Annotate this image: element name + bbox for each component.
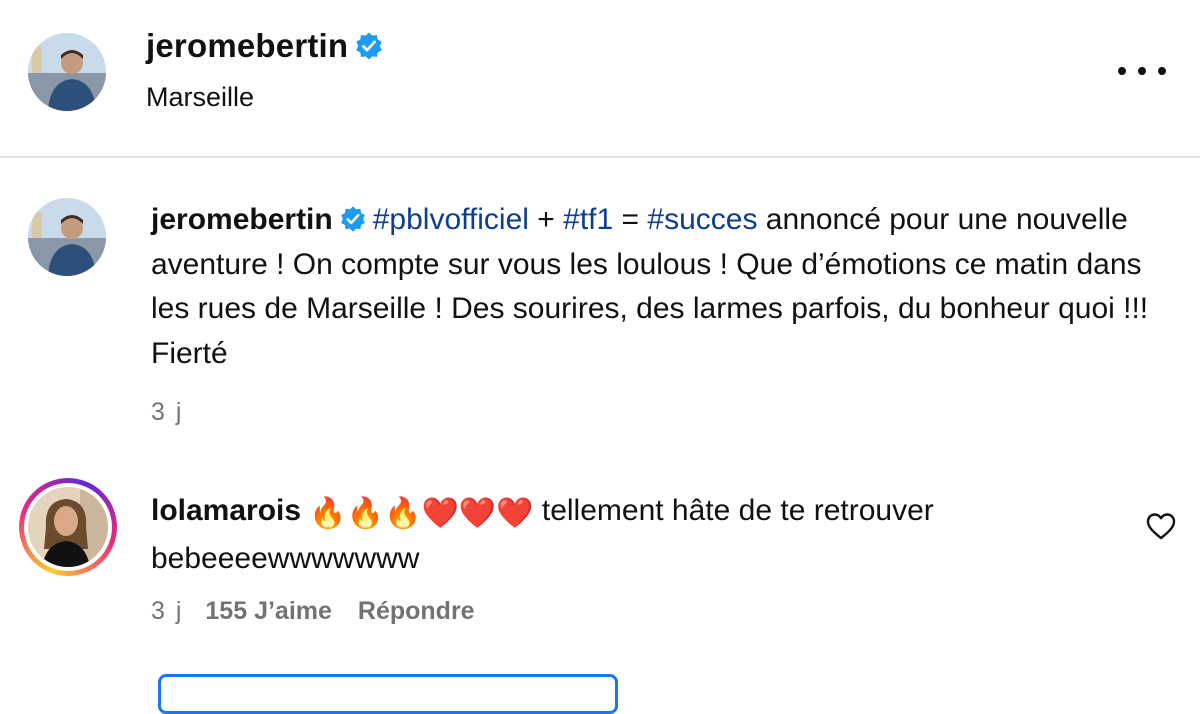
verified-badge-icon [340,206,365,232]
comment-meta: 3 j 155 J’aime Répondre [151,597,475,626]
caption-equals: = [613,203,648,236]
hashtag-link[interactable]: #pblvofficiel [373,203,529,236]
author-username-text[interactable]: jeromebertin [146,27,348,64]
post-header: jeromebertin Marseille [0,0,1200,158]
more-horizontal-icon-dot [1138,67,1146,75]
commenter-photo [28,487,108,567]
commenter-photo-image [28,487,108,567]
heart-outline-icon[interactable] [1146,512,1176,540]
more-options-button[interactable] [1118,56,1166,86]
more-horizontal-icon [1118,67,1126,75]
caption-plus: + [528,203,564,236]
author-photo [28,33,106,111]
comment-text: lolamarois 🔥🔥🔥❤️❤️❤️ tellement hâte de t… [151,488,1111,581]
author-username[interactable]: jeromebertin [146,27,384,65]
comment-likes[interactable]: 155 J’aime [205,597,332,625]
caption-timestamp[interactable]: 3 j [151,398,183,427]
hashtag-link[interactable]: #tf1 [563,203,613,236]
reply-button[interactable]: Répondre [358,597,475,625]
caption-text: jeromebertin #pblvofficiel + #tf1 = #suc… [151,198,1151,376]
commenter-username[interactable]: lolamarois [151,494,301,527]
fire-heart-emojis: 🔥🔥🔥❤️❤️❤️ [309,497,534,530]
caption-username[interactable]: jeromebertin [151,203,333,236]
author-avatar[interactable] [28,33,106,111]
caption-author-avatar[interactable] [28,198,106,276]
comment-timestamp[interactable]: 3 j [151,597,183,625]
verified-badge-icon [356,32,383,60]
partially-visible-button[interactable] [158,674,618,714]
commenter-avatar[interactable] [19,478,117,576]
post-location[interactable]: Marseille [146,82,254,113]
hashtag-link[interactable]: #succes [647,203,757,236]
author-photo [28,198,106,276]
more-horizontal-icon-dot [1158,67,1166,75]
